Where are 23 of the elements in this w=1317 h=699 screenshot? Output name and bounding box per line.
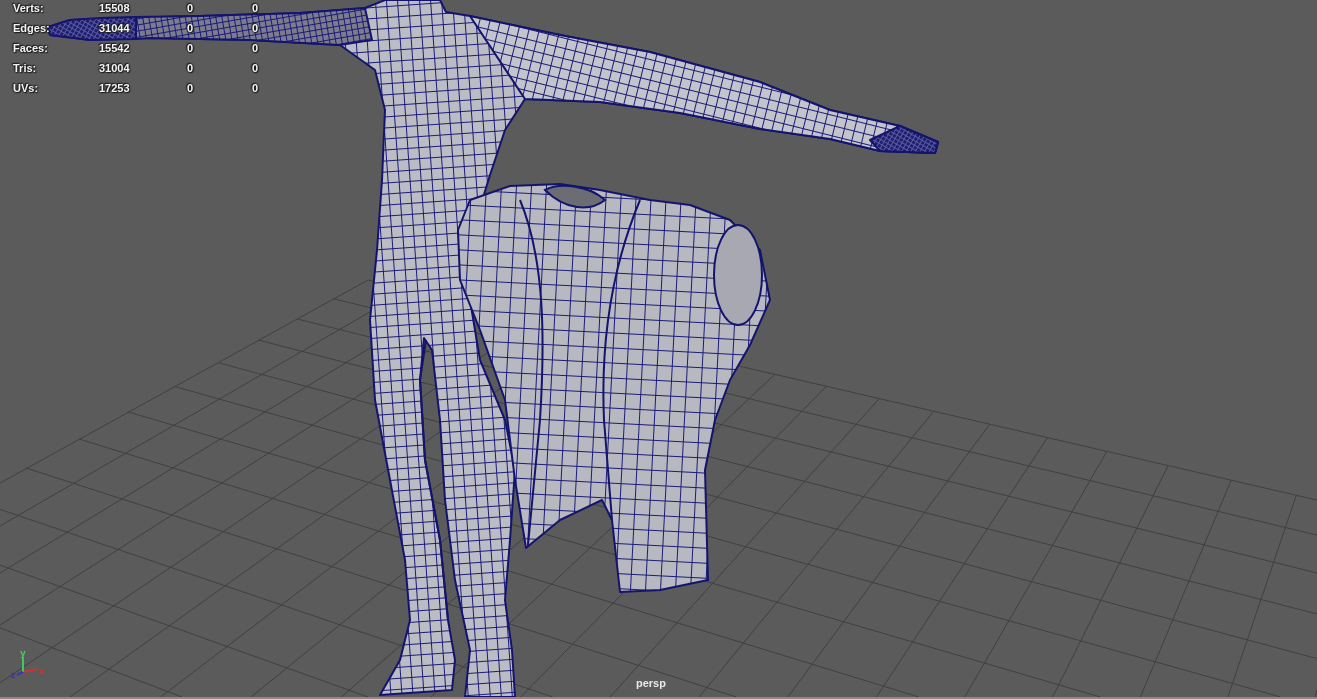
hud-label: Edges: [13,21,50,36]
hud-value: 0 [252,81,259,96]
hud-value: 17253 [99,81,130,96]
hud-value: 0 [252,41,259,56]
axis-label: x [39,666,45,676]
hud-label: Verts: [13,1,44,16]
hud-value: 0 [187,61,194,76]
hud-label: Tris: [13,61,37,76]
hud-value: 0 [187,41,194,56]
hud-value: 0 [252,1,259,16]
hud-value: 0 [187,81,194,96]
hud-value: 0 [252,61,259,76]
axis-label: z [10,670,16,680]
camera-name: persp [636,676,666,690]
hud-label: UVs: [13,81,39,96]
hud-label: Faces: [13,41,48,56]
hud-value: 15542 [99,41,130,56]
hud-value: 0 [187,21,194,36]
hud-value: 31044 [99,21,130,36]
hud-value: 0 [252,21,259,36]
hud-value: 0 [187,1,194,16]
hud-value: 15508 [99,1,130,16]
hud-value: 31004 [99,61,130,76]
